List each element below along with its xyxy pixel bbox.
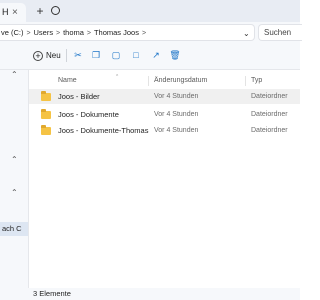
folder-icon	[41, 125, 51, 135]
item-name: Joos - Dokumente	[58, 110, 119, 119]
list-item[interactable]: Joos - Dokumente-Thomas Vor 4 Stunden Da…	[29, 123, 300, 138]
plus-icon: +	[33, 50, 43, 61]
breadcrumb-users[interactable]: Users	[34, 25, 54, 40]
copy-icon[interactable]: ❐	[90, 49, 102, 61]
item-name: Joos - Bilder	[58, 92, 100, 101]
chevron-down-icon[interactable]: ⌄	[243, 26, 250, 40]
column-divider[interactable]	[245, 76, 246, 86]
tab-overview-icon[interactable]	[51, 6, 60, 15]
breadcrumb[interactable]: ve (C:) > Users > thoma > Thomas Joos > ⌄	[0, 24, 255, 41]
address-row: ve (C:) > Users > thoma > Thomas Joos > ⌄ Suche…	[0, 22, 302, 42]
cut-icon[interactable]: ✂	[72, 49, 84, 61]
breadcrumb-thoma[interactable]: thoma	[63, 25, 84, 40]
close-icon[interactable]: ×	[12, 3, 18, 22]
folder-icon	[41, 91, 51, 101]
new-button-label: Neu	[46, 51, 61, 60]
breadcrumb-separator-icon: >	[56, 30, 61, 37]
breadcrumb-separator-icon: >	[86, 30, 91, 37]
status-bar: 3 Elemente	[0, 288, 300, 300]
paste-icon[interactable]: ▢	[110, 49, 122, 61]
command-bar: + Neu ✂ ❐ ▢ □ ↗ 🗑	[0, 42, 300, 70]
column-header-date[interactable]: Änderungsdatum	[154, 73, 207, 89]
command-divider	[66, 49, 67, 62]
sidebar-item-selected[interactable]: ach C	[0, 222, 28, 236]
sort-caret-icon: ⌃	[115, 74, 120, 80]
search-input[interactable]: Suchen	[258, 24, 302, 41]
new-button[interactable]: + Neu	[33, 47, 63, 64]
breadcrumb-drive[interactable]: ve (C:)	[1, 25, 24, 40]
breadcrumb-separator-icon: >	[26, 30, 31, 37]
share-icon[interactable]: ↗	[150, 49, 162, 61]
chevron-up-icon[interactable]: ⌃	[11, 188, 18, 197]
item-date: Vor 4 Stunden	[154, 111, 199, 118]
list-item[interactable]: Joos - Dokumente Vor 4 Stunden Dateiordn…	[29, 107, 300, 122]
column-divider[interactable]	[148, 76, 149, 86]
file-list: ⌃ Name Änderungsdatum Typ Joos - Bilder …	[29, 70, 300, 288]
folder-icon	[41, 109, 51, 119]
chevron-up-icon[interactable]: ⌃	[11, 155, 18, 164]
item-date: Vor 4 Stunden	[154, 93, 199, 100]
tab-active[interactable]: H ×	[0, 3, 26, 22]
tab-strip: H × +	[0, 0, 300, 22]
column-header-type[interactable]: Typ	[251, 73, 262, 89]
column-header-name[interactable]: Name	[58, 73, 77, 89]
breadcrumb-thomas-joos[interactable]: Thomas Joos	[94, 25, 139, 40]
item-count: 3 Elemente	[33, 289, 71, 298]
chevron-up-icon[interactable]: ⌃	[11, 70, 18, 79]
navigation-pane: ⌃ ⌃ ⌃ ach C	[0, 70, 29, 288]
delete-icon[interactable]: 🗑	[169, 49, 181, 61]
rename-icon[interactable]: □	[130, 49, 142, 61]
item-type: Dateiordner	[251, 127, 288, 134]
item-type: Dateiordner	[251, 111, 288, 118]
list-item[interactable]: Joos - Bilder Vor 4 Stunden Dateiordner	[29, 89, 300, 104]
tab-label: H	[2, 7, 9, 17]
new-tab-button[interactable]: +	[33, 3, 47, 19]
breadcrumb-separator-icon: >	[141, 30, 147, 37]
item-name: Joos - Dokumente-Thomas	[58, 126, 149, 135]
item-type: Dateiordner	[251, 93, 288, 100]
column-header-row: ⌃ Name Änderungsdatum Typ	[29, 73, 300, 89]
item-date: Vor 4 Stunden	[154, 127, 199, 134]
